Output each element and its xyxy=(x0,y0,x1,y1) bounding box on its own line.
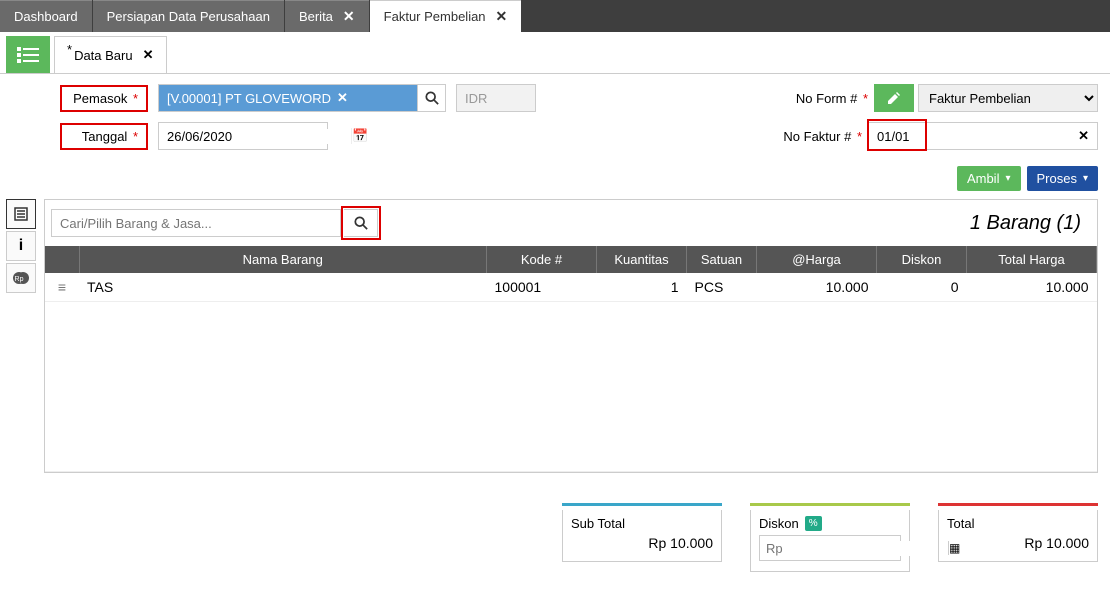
col-nama[interactable]: Nama Barang xyxy=(79,246,487,273)
cell-diskon[interactable]: 0 xyxy=(877,273,967,302)
item-search-button[interactable] xyxy=(344,209,378,237)
subtotal-value: Rp 10.000 xyxy=(571,535,713,551)
tab-label: Berita xyxy=(299,9,333,24)
clear-supplier-icon[interactable]: ✕ xyxy=(337,90,348,106)
col-total[interactable]: Total Harga xyxy=(967,246,1097,273)
total-value: Rp 10.000 xyxy=(947,535,1089,551)
cell-kuantitas[interactable]: 1 xyxy=(597,273,687,302)
col-kuantitas[interactable]: Kuantitas xyxy=(597,246,687,273)
subtotal-box: Sub Total Rp 10.000 xyxy=(562,503,722,572)
side-tab-detail-icon[interactable] xyxy=(6,199,36,229)
sub-tab-bar: * Data Baru ✕ xyxy=(0,36,1110,74)
side-tab-info-icon[interactable]: i xyxy=(6,231,36,261)
diskon-input-wrap[interactable]: ▦ xyxy=(759,535,901,561)
total-box: Total Rp 10.000 xyxy=(938,503,1098,572)
col-harga[interactable]: @Harga xyxy=(757,246,877,273)
tab-label: Persiapan Data Perusahaan xyxy=(107,9,270,24)
item-count-label: 1 Barang (1) xyxy=(970,212,1091,235)
supplier-search-button[interactable] xyxy=(418,84,446,112)
sub-tab-data-baru[interactable]: * Data Baru ✕ xyxy=(54,36,167,73)
no-faktur-field[interactable]: ✕ xyxy=(868,122,1098,150)
ambil-button[interactable]: Ambil▾ xyxy=(957,166,1021,191)
items-panel: 1 Barang (1) Nama Barang Kode # Kuantita… xyxy=(44,199,1098,473)
drag-handle-icon[interactable]: ≡ xyxy=(45,273,79,302)
main-content: i Rp 1 Barang (1) Nama Barang Kode # Kua xyxy=(0,199,1110,483)
top-tab-bar: Dashboard Persiapan Data Perusahaan Beri… xyxy=(0,0,1110,32)
side-icon-bar: i Rp xyxy=(6,199,38,473)
sub-tab-label: Data Baru xyxy=(74,48,133,63)
supplier-value: [V.00001] PT GLOVEWORD xyxy=(167,91,331,106)
cell-satuan[interactable]: PCS xyxy=(687,273,757,302)
tab-persiapan[interactable]: Persiapan Data Perusahaan xyxy=(93,0,284,32)
diskon-label: Diskon xyxy=(759,516,799,531)
subtotal-label: Sub Total xyxy=(571,516,713,531)
label-pemasok: Pemasok * xyxy=(60,85,148,112)
col-kode[interactable]: Kode # xyxy=(487,246,597,273)
cell-nama[interactable]: TAS xyxy=(79,273,487,302)
totals-row: Sub Total Rp 10.000 Diskon% ▦ Total Rp 1… xyxy=(0,483,1110,572)
col-diskon[interactable]: Diskon xyxy=(877,246,967,273)
cell-total[interactable]: 10.000 xyxy=(967,273,1097,302)
item-search-input[interactable] xyxy=(51,209,341,237)
diskon-input[interactable] xyxy=(760,541,948,556)
tab-faktur-pembelian[interactable]: Faktur Pembelian ✕ xyxy=(370,0,522,32)
edit-form-button[interactable] xyxy=(874,84,914,112)
cell-kode[interactable]: 100001 xyxy=(487,273,597,302)
clear-faktur-icon[interactable]: ✕ xyxy=(1078,128,1089,144)
table-row[interactable]: ≡ TAS 100001 1 PCS 10.000 0 10.000 xyxy=(45,273,1097,302)
tab-label: Dashboard xyxy=(14,9,78,24)
date-input[interactable] xyxy=(159,129,351,144)
tab-label: Faktur Pembelian xyxy=(384,9,486,24)
close-icon[interactable]: ✕ xyxy=(143,47,154,63)
label-no-faktur: No Faktur # * xyxy=(783,129,862,144)
action-button-row: Ambil▾ Proses▾ xyxy=(0,166,1110,199)
dirty-indicator: * xyxy=(67,42,72,57)
tab-dashboard[interactable]: Dashboard xyxy=(0,0,92,32)
side-tab-currency-icon[interactable]: Rp xyxy=(6,263,36,293)
tab-berita[interactable]: Berita ✕ xyxy=(285,0,369,32)
date-field[interactable]: 📅 xyxy=(158,122,328,150)
chevron-down-icon: ▾ xyxy=(1083,173,1088,184)
svg-text:Rp: Rp xyxy=(15,276,24,283)
items-table: Nama Barang Kode # Kuantitas Satuan @Har… xyxy=(45,246,1097,472)
empty-table-area xyxy=(45,302,1097,472)
cell-harga[interactable]: 10.000 xyxy=(757,273,877,302)
proses-button[interactable]: Proses▾ xyxy=(1027,166,1099,191)
col-drag xyxy=(45,246,79,273)
list-icon-button[interactable] xyxy=(6,36,50,73)
form-type-select[interactable]: Faktur Pembelian xyxy=(918,84,1098,112)
form-area: Pemasok * [V.00001] PT GLOVEWORD ✕ IDR N… xyxy=(0,74,1110,166)
close-icon[interactable]: ✕ xyxy=(343,8,355,25)
supplier-field[interactable]: [V.00001] PT GLOVEWORD ✕ xyxy=(158,84,418,112)
label-tanggal: Tanggal * xyxy=(60,123,148,150)
total-label: Total xyxy=(947,516,1089,531)
close-icon[interactable]: ✕ xyxy=(496,8,508,25)
item-search-button-highlight xyxy=(341,206,381,240)
calendar-icon[interactable]: 📅 xyxy=(351,128,368,144)
diskon-box: Diskon% ▦ xyxy=(750,503,910,572)
currency-display: IDR xyxy=(456,84,536,112)
percent-badge[interactable]: % xyxy=(805,516,822,531)
label-no-form: No Form # * xyxy=(796,91,868,106)
chevron-down-icon: ▾ xyxy=(1005,173,1010,184)
col-satuan[interactable]: Satuan xyxy=(687,246,757,273)
no-faktur-input[interactable] xyxy=(877,129,1078,144)
